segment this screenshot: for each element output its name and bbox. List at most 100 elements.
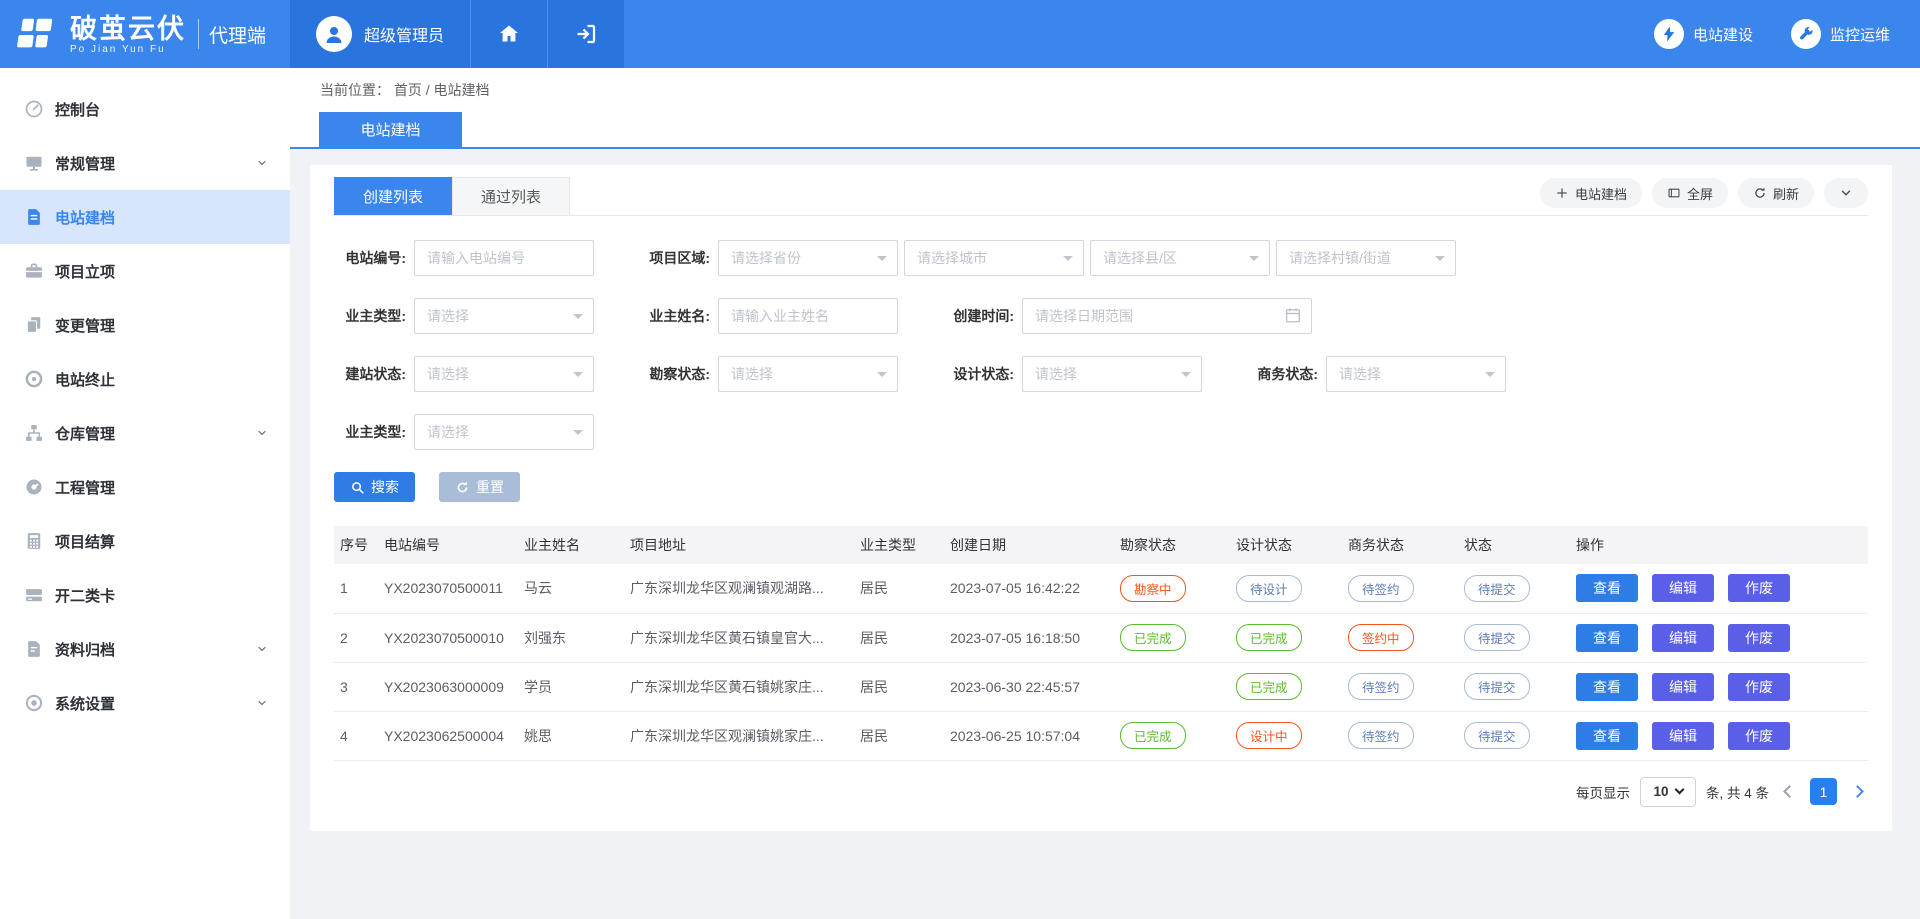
app-header: 破茧云伏 Po Jian Yun Fu 代理端 超级管理员 (0, 0, 1920, 68)
column-header: 勘察状态 (1114, 526, 1230, 564)
owner-type-2-select[interactable]: 请选择 (414, 414, 594, 450)
plus-icon (1555, 186, 1569, 200)
current-page[interactable]: 1 (1810, 778, 1837, 805)
view-button[interactable]: 查看 (1576, 722, 1638, 750)
refresh-button[interactable]: 刷新 (1738, 178, 1814, 208)
business-status-cell: 待签约 (1342, 711, 1458, 760)
design-status-cell: 待设计 (1230, 564, 1342, 613)
edit-button[interactable]: 编辑 (1652, 673, 1714, 701)
region-district-select[interactable]: 请选择县/区 (1090, 240, 1270, 276)
sidebar-item-target[interactable]: 电站终止 (0, 352, 290, 406)
void-button[interactable]: 作废 (1728, 624, 1790, 652)
build-status-select[interactable]: 请选择 (414, 356, 594, 392)
void-button[interactable]: 作废 (1728, 722, 1790, 750)
sidebar-item-monitor[interactable]: 常规管理 (0, 136, 290, 190)
sidebar-item-calculator[interactable]: 项目结算 (0, 514, 290, 568)
filter-label: 业主类型: (334, 306, 406, 326)
filter-group-design-status: 设计状态:请选择 (942, 356, 1202, 392)
logo: 破茧云伏 Po Jian Yun Fu 代理端 (0, 0, 290, 68)
column-header: 业主类型 (854, 526, 944, 564)
collapse-toolbar-button[interactable] (1824, 178, 1868, 208)
created-cell: 2023-07-05 16:42:22 (944, 564, 1114, 613)
sidebar-item-archive[interactable]: 资料归档 (0, 622, 290, 676)
survey-status-cell: 勘察中 (1114, 564, 1230, 613)
create-station-button[interactable]: 电站建档 (1540, 178, 1642, 208)
station-table: 序号电站编号业主姓名项目地址业主类型创建日期勘察状态设计状态商务状态状态操作 1… (334, 526, 1868, 761)
list-tab-1[interactable]: 通过列表 (452, 177, 570, 215)
status-badge: 待提交 (1464, 624, 1530, 651)
fullscreen-button[interactable]: 全屏 (1652, 178, 1728, 208)
actions-cell: 查看编辑作废 (1570, 662, 1868, 711)
header-nav-lightning[interactable]: 电站建设 (1654, 19, 1753, 49)
sidebar-item-sitemap[interactable]: 仓库管理 (0, 406, 290, 460)
edit-button[interactable]: 编辑 (1652, 574, 1714, 602)
column-header: 设计状态 (1230, 526, 1342, 564)
station-id-cell: YX2023063000009 (378, 662, 518, 711)
filter-row: 电站编号:项目区域:请选择省份请选择城市请选择县/区请选择村镇/街道 (334, 240, 1868, 276)
region-town-select[interactable]: 请选择村镇/街道 (1276, 240, 1456, 276)
create-time-range-picker[interactable]: 请选择日期范围 (1022, 298, 1312, 334)
station-id-field (414, 240, 594, 276)
view-button[interactable]: 查看 (1576, 574, 1638, 602)
sidebar-item-doc[interactable]: 电站建档 (0, 190, 290, 244)
chevron-down-icon (1674, 785, 1684, 795)
home-menu-item[interactable] (470, 0, 547, 68)
business-status-select[interactable]: 请选择 (1326, 356, 1506, 392)
header-menu: 超级管理员 (290, 0, 624, 68)
created-cell: 2023-06-25 10:57:04 (944, 711, 1114, 760)
sidebar-item-dashboard[interactable]: 工程管理 (0, 460, 290, 514)
reset-button[interactable]: 重置 (439, 472, 520, 502)
void-button[interactable]: 作废 (1728, 574, 1790, 602)
sidebar-item-label: 项目立项 (55, 261, 268, 282)
toolbar-button-label: 刷新 (1773, 184, 1799, 203)
station-id-input[interactable] (427, 250, 581, 266)
survey-status-cell (1114, 662, 1230, 711)
page-tab-bar: 电站建档 (290, 112, 1920, 149)
region-city-select[interactable]: 请选择城市 (904, 240, 1084, 276)
status-badge: 待提交 (1464, 722, 1530, 749)
toolbar: 电站建档全屏 刷新 (1540, 178, 1868, 214)
status-badge: 签约中 (1348, 624, 1414, 651)
design-status-cell: 设计中 (1230, 711, 1342, 760)
edit-button[interactable]: 编辑 (1652, 722, 1714, 750)
sidebar-item-gauge[interactable]: 控制台 (0, 82, 290, 136)
user-menu-item[interactable]: 超级管理员 (290, 0, 470, 68)
station-id-cell: YX2023070500011 (378, 564, 518, 613)
owner-name-input[interactable] (731, 308, 885, 324)
view-button[interactable]: 查看 (1576, 673, 1638, 701)
owner-type-select[interactable]: 请选择 (414, 298, 594, 334)
void-button[interactable]: 作废 (1728, 673, 1790, 701)
design-status-select[interactable]: 请选择 (1022, 356, 1202, 392)
page-tab-station-archive[interactable]: 电站建档 (319, 112, 462, 147)
address-cell: 广东深圳龙华区观澜镇姚家庄... (624, 711, 854, 760)
main-content: 当前位置： 首页 / 电站建档 电站建档 创建列表通过列表 电站建档全屏刷新 电… (290, 68, 1920, 919)
page-size-select[interactable]: 10 (1640, 777, 1696, 807)
filter-group-business-status: 商务状态:请选择 (1246, 356, 1506, 392)
list-tab-0[interactable]: 创建列表 (334, 177, 452, 215)
sidebar: 控制台常规管理电站建档项目立项变更管理电站终止仓库管理工程管理项目结算开二类卡资… (0, 68, 290, 919)
edit-button[interactable]: 编辑 (1652, 624, 1714, 652)
sidebar-item-copy[interactable]: 变更管理 (0, 298, 290, 352)
doc-icon (24, 207, 44, 227)
sidebar-item-label: 工程管理 (55, 477, 268, 498)
sidebar-item-briefcase[interactable]: 项目立项 (0, 244, 290, 298)
header-nav-wrench[interactable]: 监控运维 (1791, 19, 1890, 49)
sidebar-item-card[interactable]: 开二类卡 (0, 568, 290, 622)
breadcrumb-path[interactable]: 首页 / 电站建档 (394, 80, 490, 100)
status-badge: 待签约 (1348, 722, 1414, 749)
logout-menu-item[interactable] (547, 0, 624, 68)
table-body: 1YX2023070500011马云广东深圳龙华区观澜镇观湖路...居民2023… (334, 564, 1868, 760)
column-header: 电站编号 (378, 526, 518, 564)
status-status-cell: 待提交 (1458, 662, 1570, 711)
sidebar-item-settings[interactable]: 系统设置 (0, 676, 290, 730)
region-province-select[interactable]: 请选择省份 (718, 240, 898, 276)
column-header: 操作 (1570, 526, 1868, 564)
address-cell: 广东深圳龙华区观澜镇观湖路... (624, 564, 854, 613)
logout-icon (574, 22, 598, 46)
search-button[interactable]: 搜索 (334, 472, 415, 502)
survey-status-select[interactable]: 请选择 (718, 356, 898, 392)
filter-group-create-time: 创建时间:请选择日期范围 (942, 298, 1312, 334)
next-page-button[interactable] (1851, 785, 1864, 798)
prev-page-button[interactable] (1783, 785, 1796, 798)
view-button[interactable]: 查看 (1576, 624, 1638, 652)
